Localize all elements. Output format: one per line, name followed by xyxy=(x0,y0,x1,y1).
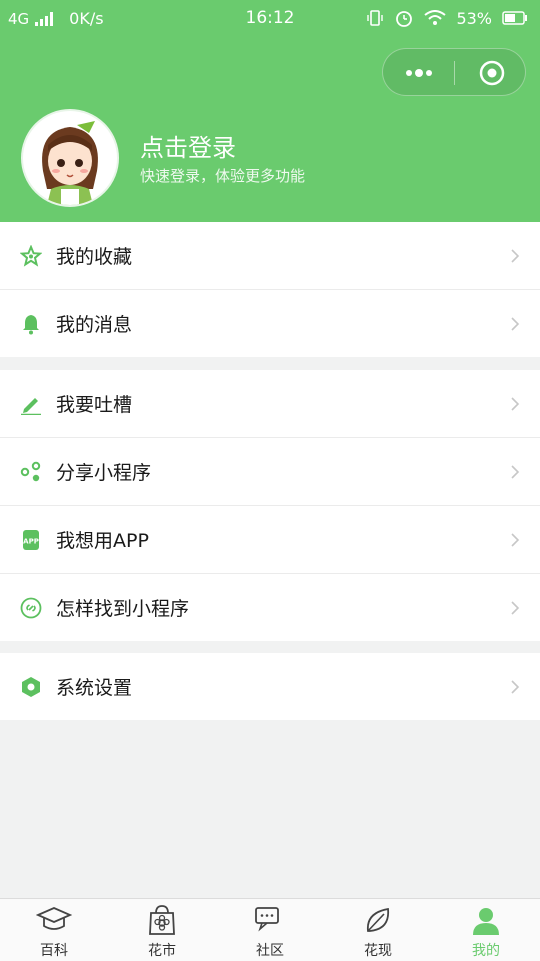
menu-label: 怎样找到小程序 xyxy=(56,598,190,620)
battery-percent: 53% xyxy=(456,8,492,28)
tab-encyclopedia[interactable]: 百科 xyxy=(0,899,108,961)
user-icon xyxy=(473,908,499,935)
menu-label: 我要吐槽 xyxy=(56,394,133,416)
chevron-right-icon xyxy=(511,465,520,479)
chevron-right-icon xyxy=(511,397,520,411)
tab-discover[interactable]: 花现 xyxy=(324,899,432,961)
app-icon: APP xyxy=(23,530,39,550)
menu-item-share[interactable]: 分享小程序 xyxy=(0,438,540,506)
capsule-divider xyxy=(454,61,455,85)
girl-avatar-icon xyxy=(42,121,98,205)
menu-label: 我想用APP xyxy=(56,530,149,552)
leaf-icon xyxy=(366,907,390,932)
menu-label: 我的消息 xyxy=(56,314,133,336)
chevron-right-icon xyxy=(511,680,520,694)
avatar[interactable] xyxy=(21,109,119,207)
menu-item-favorites[interactable]: 我的收藏 xyxy=(0,222,540,290)
chevron-right-icon xyxy=(511,317,520,331)
graduation-cap-icon xyxy=(36,907,72,930)
login-subtitle: 快速登录，体验更多功能 xyxy=(140,167,306,185)
tab-flower-market[interactable]: 花市 xyxy=(108,899,216,961)
pencil-icon xyxy=(21,398,41,415)
status-bar: 4G 0K/s 16:12 53% xyxy=(0,0,540,36)
link-icon xyxy=(20,597,42,619)
tab-label: 花现 xyxy=(364,943,392,959)
tab-label: 百科 xyxy=(40,943,68,959)
tab-label: 花市 xyxy=(148,943,176,959)
menu-item-feedback[interactable]: 我要吐槽 xyxy=(0,370,540,438)
login-title[interactable]: 点击登录 xyxy=(140,128,236,163)
close-target-icon[interactable] xyxy=(479,60,505,86)
vibrate-icon xyxy=(367,10,384,26)
bell-icon xyxy=(23,315,39,335)
tab-label: 我的 xyxy=(472,943,500,959)
profile-header: 4G 0K/s 16:12 53% 点击登录 快速登录，体验更多功能 xyxy=(0,0,540,222)
chevron-right-icon xyxy=(511,533,520,547)
chat-bubbles-icon xyxy=(255,907,279,932)
wifi-icon xyxy=(424,10,447,25)
tab-label: 社区 xyxy=(256,943,284,959)
alarm-icon xyxy=(396,11,413,27)
settings-icon xyxy=(22,677,40,697)
menu-group-1: 我的收藏 我的消息 xyxy=(0,222,540,357)
share-icon xyxy=(20,461,41,482)
svg-text:APP: APP xyxy=(23,538,39,546)
tab-bar: 百科 花市 社区 花现 我的 xyxy=(0,898,540,961)
menu-item-how-to-find[interactable]: 怎样找到小程序 xyxy=(0,574,540,641)
more-icon[interactable] xyxy=(401,61,437,85)
menu-item-settings[interactable]: 系统设置 xyxy=(0,653,540,720)
tab-mine[interactable]: 我的 xyxy=(432,899,540,961)
menu-label: 我的收藏 xyxy=(56,246,133,268)
flower-bag-icon xyxy=(149,905,175,935)
miniprogram-capsule xyxy=(382,48,526,96)
clock: 16:12 xyxy=(245,8,295,28)
battery-icon xyxy=(502,11,527,25)
menu-item-want-app[interactable]: APP 我想用APP xyxy=(0,506,540,574)
menu-label: 系统设置 xyxy=(56,677,133,699)
menu-group-2: 我要吐槽 分享小程序 APP 我想用APP 怎样找到小程序 xyxy=(0,370,540,641)
chevron-right-icon xyxy=(511,601,520,615)
menu-group-3: 系统设置 xyxy=(0,653,540,720)
menu-label: 分享小程序 xyxy=(56,462,152,484)
menu-item-messages[interactable]: 我的消息 xyxy=(0,290,540,357)
tab-community[interactable]: 社区 xyxy=(216,899,324,961)
star-icon xyxy=(20,245,42,267)
chevron-right-icon xyxy=(511,249,520,263)
